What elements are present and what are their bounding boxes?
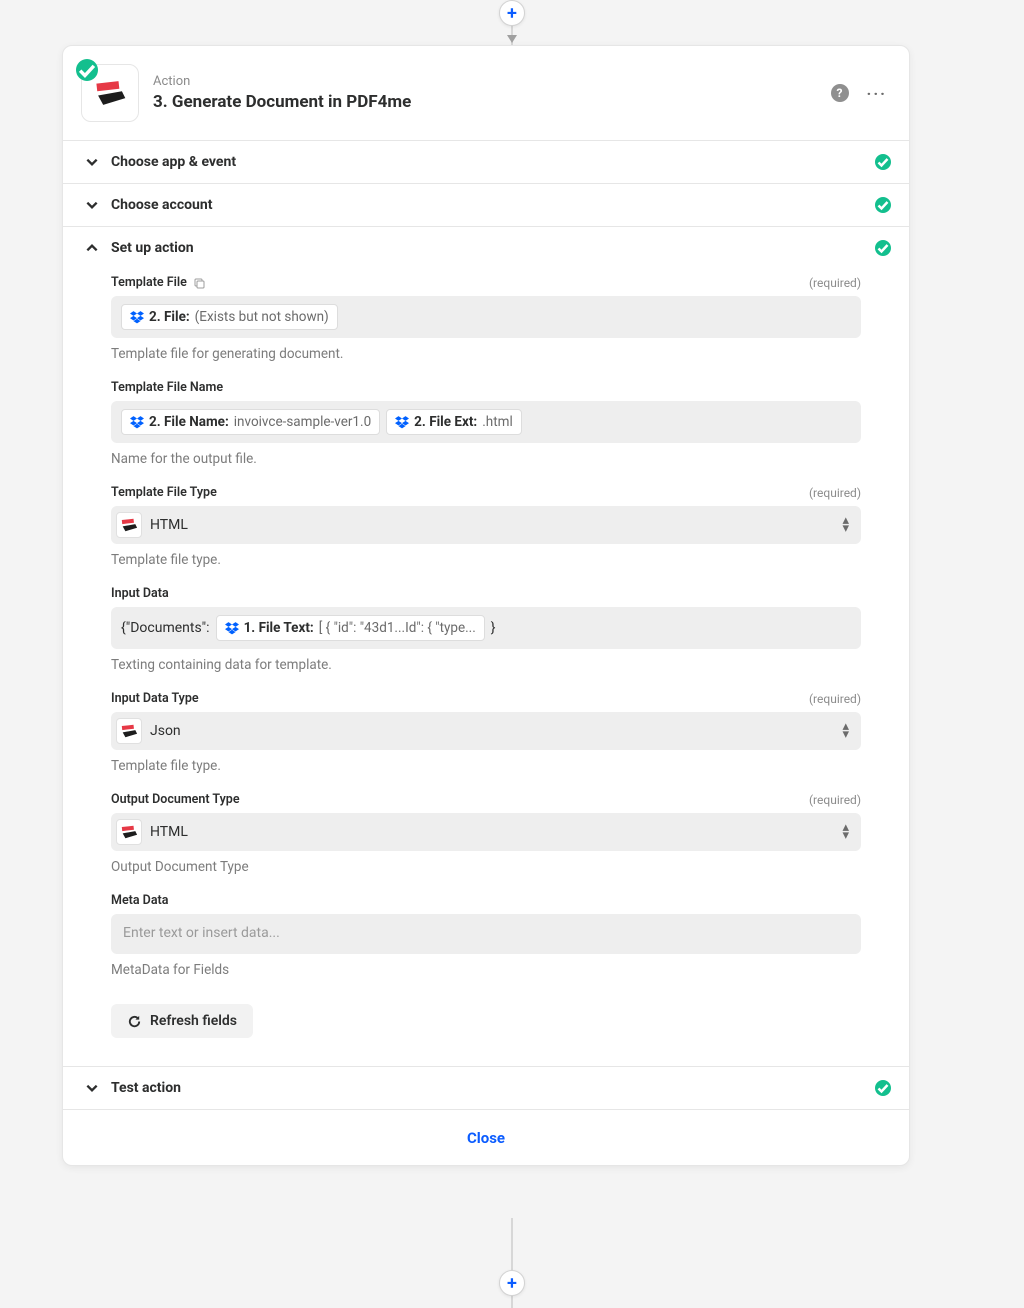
pill-prefix: 2. File Ext: xyxy=(414,414,477,430)
chevron-down-icon xyxy=(85,155,99,169)
section-complete-icon xyxy=(875,240,891,256)
input-data-input[interactable]: {"Documents": 1. File Text: [ { "id": "4… xyxy=(111,607,861,649)
field-helper: Template file for generating document. xyxy=(111,346,861,362)
section-setup-action-header[interactable]: Set up action xyxy=(63,227,909,269)
data-pill[interactable]: 1. File Text: [ { "id": "43d1...Id": { "… xyxy=(216,615,485,641)
connector-arrow xyxy=(507,35,517,43)
field-helper: Template file type. xyxy=(111,758,861,774)
header-text: Action 3. Generate Document in PDF4me xyxy=(153,74,817,112)
text-suffix: } xyxy=(491,620,496,636)
pill-value: (Exists but not shown) xyxy=(195,309,329,325)
dropbox-icon xyxy=(225,621,239,635)
field-label: Input Data xyxy=(111,586,169,601)
field-meta-data: Meta Data Enter text or insert data... M… xyxy=(111,893,861,978)
meta-data-input[interactable]: Enter text or insert data... xyxy=(111,914,861,954)
dropbox-icon xyxy=(130,415,144,429)
input-data-type-select[interactable]: Json ▴▾ xyxy=(111,712,861,750)
field-template-file: Template File (required) 2. File: (Exist… xyxy=(111,275,861,362)
app-icon xyxy=(81,64,139,122)
refresh-label: Refresh fields xyxy=(150,1013,237,1029)
refresh-icon xyxy=(127,1014,142,1029)
pill-prefix: 1. File Text: xyxy=(244,620,314,636)
action-card: Action 3. Generate Document in PDF4me ? … xyxy=(62,45,910,1166)
chevron-down-icon xyxy=(85,1081,99,1095)
required-label: (required) xyxy=(809,692,861,706)
pill-value: [ { "id": "43d1...Id": { "type... xyxy=(319,620,476,636)
select-value: HTML xyxy=(150,517,188,533)
section-title: Set up action xyxy=(111,240,194,256)
header-title: 3. Generate Document in PDF4me xyxy=(153,92,817,112)
section-title: Choose account xyxy=(111,197,212,213)
required-label: (required) xyxy=(809,793,861,807)
section-choose-account: Choose account xyxy=(63,183,909,226)
field-label: Meta Data xyxy=(111,893,168,908)
help-icon[interactable]: ? xyxy=(831,84,849,102)
dropbox-icon xyxy=(395,415,409,429)
field-output-doc-type: Output Document Type (required) HTML ▴▾ … xyxy=(111,792,861,875)
required-label: (required) xyxy=(809,486,861,500)
section-choose-account-header[interactable]: Choose account xyxy=(63,184,909,226)
section-choose-app: Choose app & event xyxy=(63,140,909,183)
field-helper: MetaData for Fields xyxy=(111,962,861,978)
refresh-fields-button[interactable]: Refresh fields xyxy=(111,1004,253,1038)
text-prefix: {"Documents": xyxy=(121,620,210,636)
card-footer: Close xyxy=(63,1109,909,1165)
pdf4me-mini-icon xyxy=(116,819,142,845)
template-file-input[interactable]: 2. File: (Exists but not shown) xyxy=(111,296,861,338)
field-template-file-name: Template File Name 2. File Name: invoivc… xyxy=(111,380,861,467)
field-helper: Template file type. xyxy=(111,552,861,568)
field-label: Output Document Type xyxy=(111,792,240,807)
select-caret-icon: ▴▾ xyxy=(842,824,849,840)
section-complete-icon xyxy=(875,197,891,213)
section-test-action: Test action xyxy=(63,1066,909,1109)
required-label: (required) xyxy=(809,276,861,290)
pdf4me-mini-icon xyxy=(116,718,142,744)
status-check-icon xyxy=(76,59,98,81)
field-helper: Texting containing data for template. xyxy=(111,657,861,673)
section-choose-app-header[interactable]: Choose app & event xyxy=(63,141,909,183)
close-button[interactable]: Close xyxy=(467,1129,505,1147)
template-file-type-select[interactable]: HTML ▴▾ xyxy=(111,506,861,544)
output-doc-type-select[interactable]: HTML ▴▾ xyxy=(111,813,861,851)
field-helper: Name for the output file. xyxy=(111,451,861,467)
section-test-action-header[interactable]: Test action xyxy=(63,1067,909,1109)
more-menu-icon[interactable]: ··· xyxy=(867,84,887,103)
section-title: Choose app & event xyxy=(111,154,236,170)
pill-prefix: 2. File: xyxy=(149,309,190,325)
data-pill[interactable]: 2. File: (Exists but not shown) xyxy=(121,304,338,330)
field-input-data-type: Input Data Type (required) Json ▴▾ Templ… xyxy=(111,691,861,774)
section-title: Test action xyxy=(111,1080,181,1096)
field-label: Input Data Type xyxy=(111,691,199,706)
pill-prefix: 2. File Name: xyxy=(149,414,229,430)
section-complete-icon xyxy=(875,154,891,170)
data-pill[interactable]: 2. File Ext: .html xyxy=(386,409,522,435)
select-value: Json xyxy=(150,723,181,739)
template-file-name-input[interactable]: 2. File Name: invoivce-sample-ver1.0 2. … xyxy=(111,401,861,443)
card-header: Action 3. Generate Document in PDF4me ? … xyxy=(63,46,909,140)
pill-value: invoivce-sample-ver1.0 xyxy=(234,414,371,430)
section-body: Template File (required) 2. File: (Exist… xyxy=(63,275,909,1066)
data-pill[interactable]: 2. File Name: invoivce-sample-ver1.0 xyxy=(121,409,380,435)
copy-icon xyxy=(193,277,205,289)
add-step-bottom-button[interactable]: + xyxy=(499,1270,525,1296)
pdf4me-mini-icon xyxy=(116,512,142,538)
dropbox-icon xyxy=(130,310,144,324)
field-label: Template File xyxy=(111,275,187,290)
header-action-label: Action xyxy=(153,74,817,89)
select-caret-icon: ▴▾ xyxy=(842,723,849,739)
pill-value: .html xyxy=(482,414,513,430)
field-label: Template File Type xyxy=(111,485,217,500)
select-value: HTML xyxy=(150,824,188,840)
field-template-file-type: Template File Type (required) HTML ▴▾ Te… xyxy=(111,485,861,568)
pdf4me-logo-icon xyxy=(93,76,127,110)
chevron-down-icon xyxy=(85,198,99,212)
chevron-up-icon xyxy=(85,241,99,255)
select-caret-icon: ▴▾ xyxy=(842,517,849,533)
field-helper: Output Document Type xyxy=(111,859,861,875)
section-setup-action: Set up action Template File (required) 2… xyxy=(63,226,909,1066)
field-label: Template File Name xyxy=(111,380,223,395)
add-step-top-button[interactable]: + xyxy=(499,0,525,26)
field-input-data: Input Data {"Documents": 1. File Text: [… xyxy=(111,586,861,673)
section-complete-icon xyxy=(875,1080,891,1096)
